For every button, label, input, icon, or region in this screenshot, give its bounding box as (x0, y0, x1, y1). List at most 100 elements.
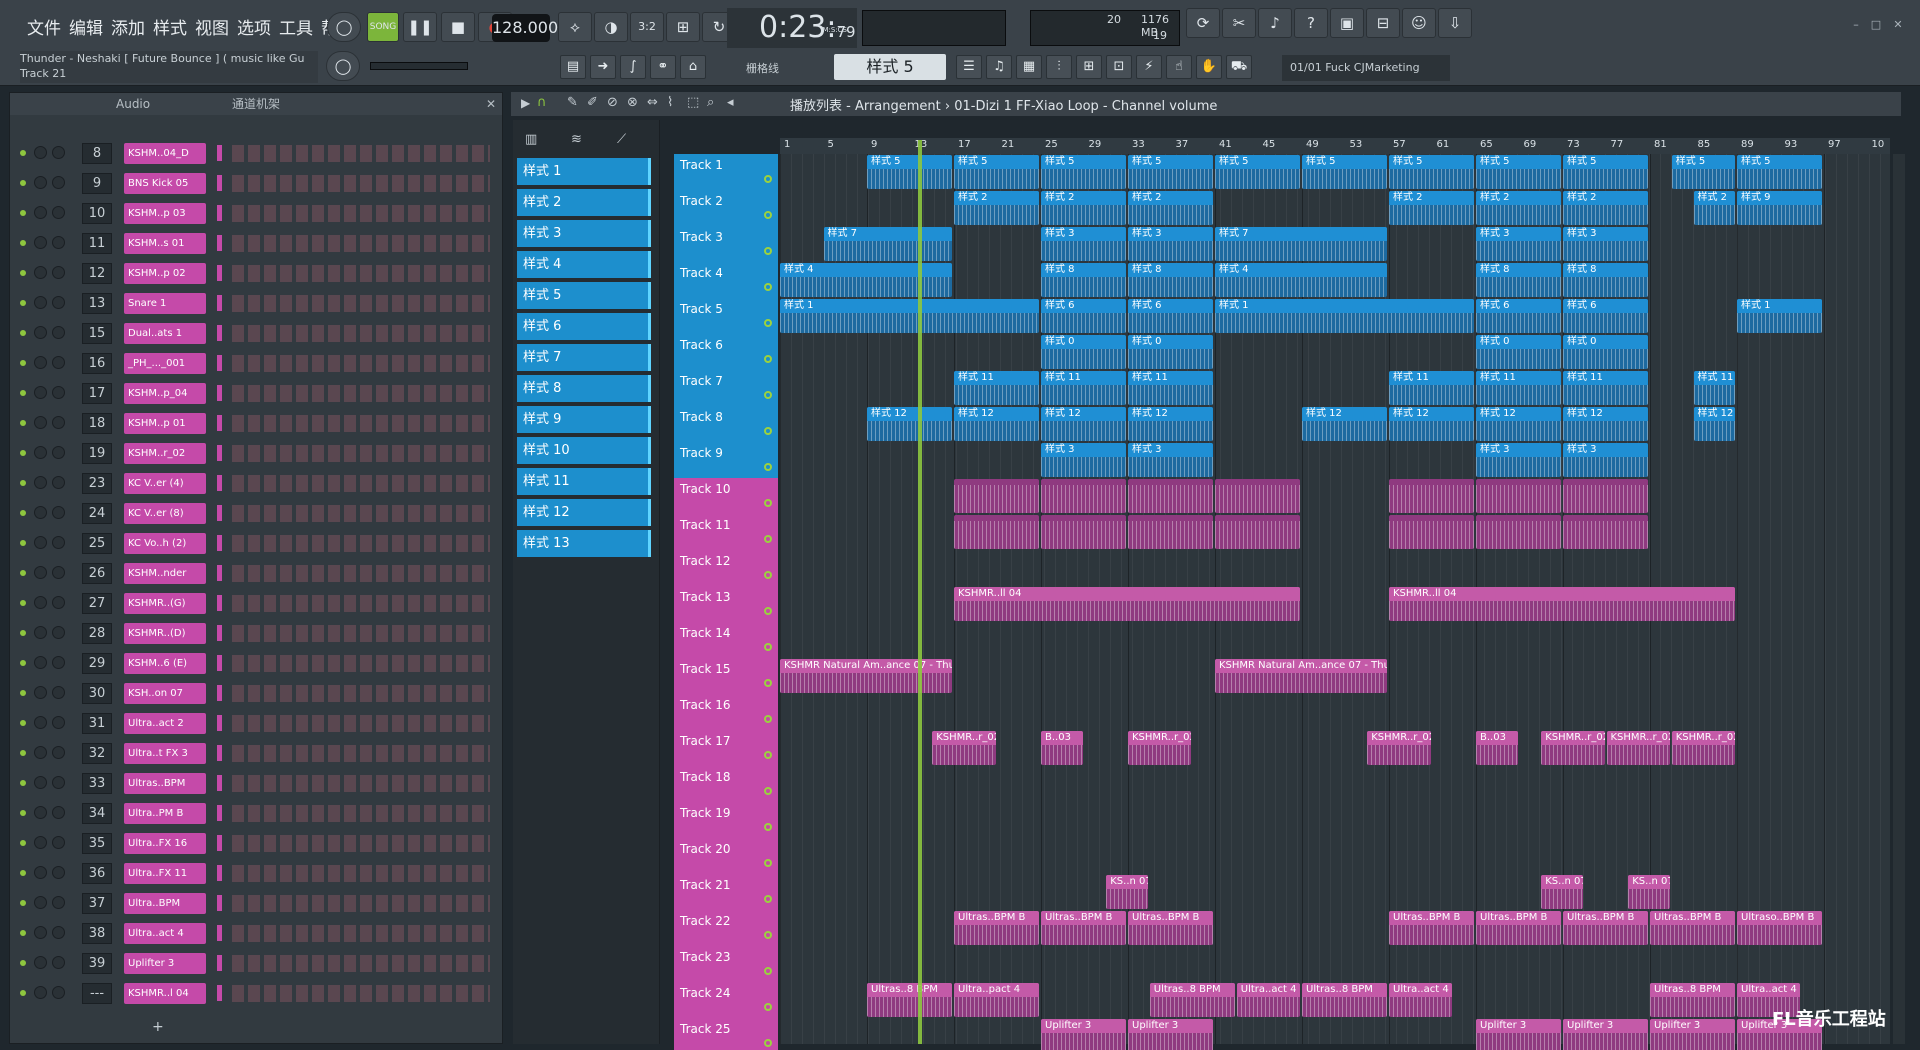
step-sequencer[interactable] (232, 865, 490, 882)
channel-name-button[interactable]: BNS Kick 05 (124, 173, 206, 194)
channel-row[interactable]: 17 KSHM..p_04 (10, 381, 502, 405)
channel-select-bar[interactable] (217, 505, 222, 521)
channel-mute-led[interactable] (20, 240, 26, 246)
playlist-clip[interactable]: Uplifter 3 (1041, 1019, 1126, 1050)
playlist-clip[interactable]: B..03 (1041, 731, 1083, 765)
step-sequencer[interactable] (232, 715, 490, 732)
playlist-clip[interactable]: 样式 0 (1563, 335, 1648, 369)
channel-row[interactable]: 29 KSHM..6 (E) (10, 651, 502, 675)
channel-row[interactable]: 36 Ultra..FX 11 (10, 861, 502, 885)
playlist-clip[interactable]: 样式 5 (954, 155, 1039, 189)
close-icon[interactable]: ✕ (1890, 18, 1906, 32)
track-header[interactable]: Track 11 (674, 514, 778, 550)
channel-name-button[interactable]: Ultra..FX 16 (124, 833, 206, 854)
playlist-clip[interactable]: 样式 0 (1041, 335, 1126, 369)
playlist-clip[interactable]: 样式 8 (1563, 263, 1648, 297)
pattern-item[interactable]: 样式 6 (517, 313, 651, 340)
channel-name-button[interactable]: Ultra..FX 11 (124, 863, 206, 884)
audio-clip[interactable] (1128, 515, 1213, 549)
playlist-clip[interactable]: 样式 1 (780, 299, 1039, 333)
channel-mute-led[interactable] (20, 390, 26, 396)
playlist-clip[interactable]: KSHMR..r_02 (1541, 731, 1605, 765)
step-sequencer[interactable] (232, 235, 490, 252)
playlist-clip[interactable]: 样式 11 (954, 371, 1039, 405)
playlist-clip[interactable]: 样式 2 (1389, 191, 1474, 225)
playlist-clip[interactable]: 样式 12 (1302, 407, 1387, 441)
channel-row[interactable]: 30 KSH..on 07 (10, 681, 502, 705)
channel-volume-knob[interactable] (52, 386, 65, 399)
playlist-clip[interactable]: 样式 8 (1128, 263, 1213, 297)
playlist-clip[interactable]: 样式 3 (1041, 443, 1126, 477)
step-sequencer[interactable] (232, 655, 490, 672)
channel-name-button[interactable]: KSHM..s 01 (124, 233, 206, 254)
step-sequencer[interactable] (232, 535, 490, 552)
track-header[interactable]: Track 1 (674, 154, 778, 190)
channel-pan-knob[interactable] (34, 416, 47, 429)
playlist-clip[interactable]: 样式 12 (1476, 407, 1561, 441)
playlist-clip[interactable]: 样式 5 (1041, 155, 1126, 189)
cut-icon[interactable]: ✂ (1222, 8, 1256, 38)
track-enable-icon[interactable] (764, 1003, 772, 1011)
channel-select-bar[interactable] (217, 355, 222, 371)
cart-icon[interactable]: ⛟ (1226, 55, 1252, 79)
channel-name-button[interactable]: KSHM..nder (124, 563, 206, 584)
pattern-selector[interactable]: 样式 5 (834, 54, 946, 80)
track-header[interactable]: Track 12 (674, 550, 778, 586)
playlist-clip[interactable]: 样式 0 (1476, 335, 1561, 369)
channel-mute-led[interactable] (20, 720, 26, 726)
pattern-item[interactable]: 样式 2 (517, 189, 651, 216)
track-enable-icon[interactable] (764, 1039, 772, 1047)
playlist-clip[interactable]: Ultras..BPM B (1563, 911, 1648, 945)
playlist-clip[interactable]: 样式 3 (1128, 227, 1213, 261)
playlist-clip[interactable]: KSHMR..ll 04 (1389, 587, 1735, 621)
step-sequencer[interactable] (232, 805, 490, 822)
channel-row[interactable]: 13 Snare 1 (10, 291, 502, 315)
track-header[interactable]: Track 7 (674, 370, 778, 406)
channel-mixer-track[interactable]: 36 (82, 863, 112, 884)
channel-mixer-track[interactable]: 33 (82, 773, 112, 794)
audio-clip[interactable] (1476, 515, 1561, 549)
audio-clip[interactable] (954, 479, 1039, 513)
playlist-clip[interactable]: KSHMR..ll 04 (954, 587, 1300, 621)
channel-name-button[interactable]: Ultra..t FX 3 (124, 743, 206, 764)
channel-mixer-track[interactable]: 39 (82, 953, 112, 974)
track-header[interactable]: Track 2 (674, 190, 778, 226)
channel-mixer-track[interactable]: 38 (82, 923, 112, 944)
playlist-clip[interactable]: 样式 3 (1476, 443, 1561, 477)
channel-select-bar[interactable] (217, 655, 222, 671)
pencil-icon[interactable]: ✎ (567, 95, 578, 110)
channel-mixer-track[interactable]: 29 (82, 653, 112, 674)
channel-mixer-track[interactable]: 32 (82, 743, 112, 764)
track-header[interactable]: Track 18 (674, 766, 778, 802)
channel-name-button[interactable]: KSHM..p 03 (124, 203, 206, 224)
channel-mute-led[interactable] (20, 570, 26, 576)
playlist-clip[interactable]: 样式 11 (1476, 371, 1561, 405)
channel-pan-knob[interactable] (34, 626, 47, 639)
pattern-item[interactable]: 样式 8 (517, 375, 651, 402)
playlist-clip[interactable]: 样式 9 (1737, 191, 1822, 225)
track-enable-icon[interactable] (764, 175, 772, 183)
channel-row[interactable]: 12 KSHM..p 02 (10, 261, 502, 285)
hand-icon[interactable]: ✋ (1196, 55, 1222, 79)
menu-patterns[interactable]: 样式 (150, 14, 190, 39)
playlist-clip[interactable]: 样式 11 (1041, 371, 1126, 405)
step-sequencer[interactable] (232, 325, 490, 342)
channel-mute-led[interactable] (20, 450, 26, 456)
channel-name-button[interactable]: KSHM..p 01 (124, 413, 206, 434)
track-enable-icon[interactable] (764, 643, 772, 651)
link-icon[interactable]: ⚭ (650, 55, 676, 79)
step-sequencer[interactable] (232, 895, 490, 912)
channel-mixer-track[interactable]: 10 (82, 203, 112, 224)
slip-icon[interactable]: ⇔ (647, 95, 658, 110)
channel-select-bar[interactable] (217, 955, 222, 971)
channel-pan-knob[interactable] (34, 476, 47, 489)
track-enable-icon[interactable] (764, 319, 772, 327)
playlist-clip[interactable]: 样式 3 (1563, 443, 1648, 477)
channel-volume-knob[interactable] (52, 716, 65, 729)
playlist-clip[interactable]: 样式 3 (1128, 443, 1213, 477)
step-sequencer[interactable] (232, 835, 490, 852)
step-sequencer[interactable] (232, 625, 490, 642)
playlist-clip[interactable]: 样式 0 (1128, 335, 1213, 369)
step-sequencer[interactable] (232, 925, 490, 942)
channel-name-button[interactable]: KSHM..04_D (124, 143, 206, 164)
